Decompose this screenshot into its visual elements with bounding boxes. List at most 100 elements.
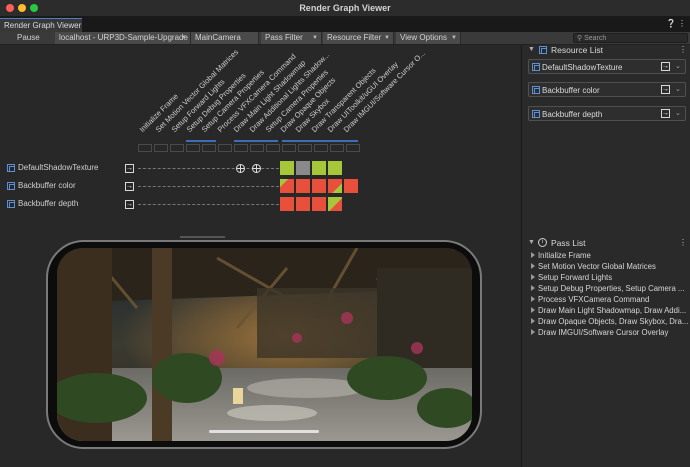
pass-list-item-label: Setup Debug Properties, Setup Camera ... [538,284,685,293]
merged-pass-indicator [234,140,278,142]
pass-header-cell[interactable] [266,144,280,152]
chevron-down-icon[interactable]: ▼ [528,239,535,246]
search-input[interactable]: ⚲ Search [573,33,688,43]
pass-header-cell[interactable] [154,144,168,152]
tab-bar: Render Graph Viewer ❔ ⋮ [0,17,690,32]
resource-access-cell[interactable] [280,179,294,193]
chevron-down-icon: ▼ [451,35,457,41]
pass-list-item-label: Set Motion Vector Global Matrices [538,262,656,271]
pass-header-cell[interactable] [250,144,264,152]
resource-access-cell[interactable] [296,179,310,193]
pass-list-item-label: Draw Main Light Shadowmap, Draw Addi... [538,306,687,315]
target-dropdown[interactable]: localhost - URP3D-Sample-Upgrade ▼ [55,32,191,44]
resource-access-cell[interactable] [328,161,342,175]
resource-access-cell[interactable] [328,179,342,193]
resource-access-cell[interactable] [328,197,342,211]
pass-list-title: Pass List [551,238,586,248]
chevron-down-icon[interactable]: ⌄ [675,62,681,70]
search-icon: ⚲ [577,35,583,42]
expand-arrow-icon[interactable] [531,296,535,302]
pass-header-cell[interactable] [234,144,248,152]
pass-icon: i [538,238,547,247]
view-options-button[interactable]: View Options ▼ [396,32,461,44]
texture-icon [532,86,540,94]
expand-arrow-icon[interactable] [531,285,535,291]
game-view-screenshot [57,248,472,441]
expand-arrow-icon[interactable] [531,329,535,335]
pass-header-cell[interactable] [298,144,312,152]
resource-access-cell[interactable] [280,197,294,211]
pass-header-cell[interactable] [170,144,184,152]
imported-resource-icon: → [125,200,134,209]
chevron-down-icon[interactable]: ⌄ [675,109,681,117]
pass-list-item[interactable]: Process VFXCamera Command [531,295,649,304]
pass-header-cell[interactable] [330,144,344,152]
more-menu-icon[interactable]: ⋮ [679,238,687,247]
chevron-down-icon[interactable]: ▼ [528,46,535,53]
resource-access-cell[interactable] [344,179,358,193]
merged-pass-indicator [282,140,358,142]
window-title-bar: Render Graph Viewer [0,0,690,17]
resource-access-cell[interactable] [312,179,326,193]
texture-icon [7,182,15,190]
resource-access-cell[interactable] [312,161,326,175]
pause-button[interactable]: Pause [17,32,40,44]
texture-icon [7,200,15,208]
help-icon[interactable]: ❔ [666,19,676,28]
resource-list-item[interactable]: DefaultShadowTexture → ⌄ [528,59,686,74]
resource-list-item-label: Backbuffer color [542,86,600,95]
resource-access-cell[interactable] [296,197,310,211]
resource-row-label[interactable]: Backbuffer depth [18,199,78,208]
pass-header-cell[interactable] [346,144,360,152]
camera-dropdown[interactable]: MainCamera [191,32,259,44]
resource-lifetime-line [138,186,279,187]
pass-list-item[interactable]: Setup Forward Lights [531,273,612,282]
texture-icon [532,63,540,71]
resource-access-cell[interactable] [296,161,310,175]
pass-list-item[interactable]: Initialize Frame [531,251,591,260]
global-access-icon [252,164,261,173]
resource-access-cell[interactable] [280,161,294,175]
merged-pass-indicator [186,140,216,142]
imported-resource-icon: → [125,164,134,173]
chevron-down-icon: ▼ [312,35,318,41]
pass-list-item[interactable]: Setup Debug Properties, Setup Camera ... [531,284,685,293]
resource-list-item-label: DefaultShadowTexture [542,63,623,72]
more-menu-icon[interactable]: ⋮ [679,45,687,54]
pass-header-cell[interactable] [186,144,200,152]
expand-arrow-icon[interactable] [531,318,535,324]
resource-access-cell[interactable] [312,197,326,211]
chevron-down-icon[interactable]: ⌄ [675,85,681,93]
expand-arrow-icon[interactable] [531,274,535,280]
pass-list-item-label: Setup Forward Lights [538,273,613,282]
resource-list-item[interactable]: Backbuffer depth → ⌄ [528,106,686,121]
pass-filter-button[interactable]: Pass Filter ▼ [261,32,322,44]
pass-list-item-label: Draw IMGUI/Software Cursor Overlay [538,328,669,337]
expand-arrow-icon[interactable] [531,263,535,269]
pass-list-item[interactable]: Draw Opaque Objects, Draw Skybox, Dra... [531,317,688,326]
resource-lifetime-line [138,204,279,205]
chevron-down-icon: ▼ [181,35,187,41]
pass-header-cell[interactable] [218,144,232,152]
expand-arrow-icon[interactable] [531,252,535,258]
resource-list-item-label: Backbuffer depth [542,110,603,119]
resource-row-label[interactable]: DefaultShadowTexture [18,163,99,172]
pass-list-item-label: Initialize Frame [538,251,591,260]
expand-arrow-icon[interactable] [531,307,535,313]
resource-row-label[interactable]: Backbuffer color [18,181,76,190]
resource-list-item[interactable]: Backbuffer color → ⌄ [528,82,686,97]
panel-splitter-handle[interactable] [180,236,225,238]
window-title: Render Graph Viewer [299,3,391,13]
pass-header-cell[interactable] [314,144,328,152]
pass-list-item[interactable]: Set Motion Vector Global Matrices [531,262,656,271]
search-placeholder: Search [584,35,607,42]
pass-list-item[interactable]: Draw IMGUI/Software Cursor Overlay [531,328,668,337]
pass-header-cell[interactable] [202,144,216,152]
tab-render-graph-viewer[interactable]: Render Graph Viewer [0,18,82,32]
resource-filter-button[interactable]: Resource Filter ▼ [323,32,394,44]
more-menu-icon[interactable]: ⋮ [678,19,686,28]
imported-resource-icon: → [661,62,670,71]
pass-list-item[interactable]: Draw Main Light Shadowmap, Draw Addi... [531,306,686,315]
pass-header-cell[interactable] [138,144,152,152]
pass-header-cell[interactable] [282,144,296,152]
